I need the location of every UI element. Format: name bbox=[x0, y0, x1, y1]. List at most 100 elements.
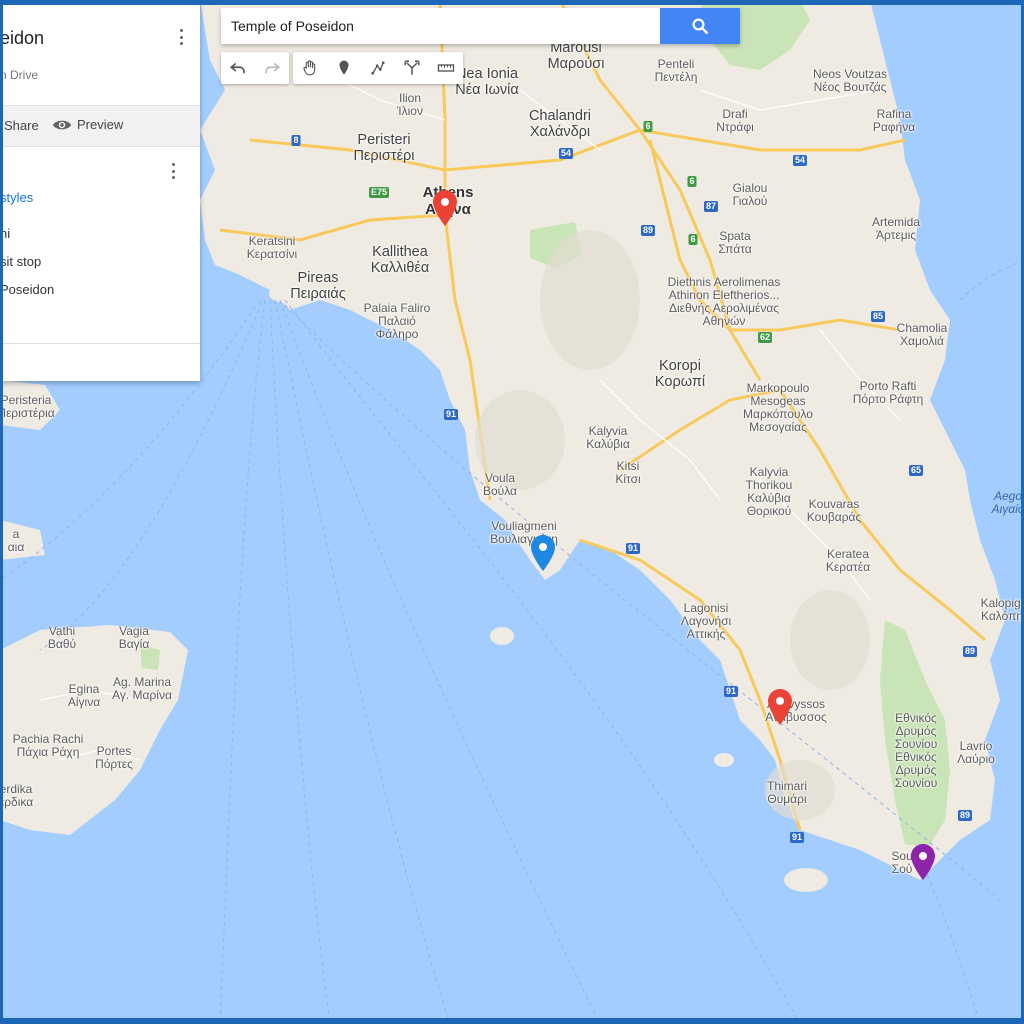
label-pachia-rachi: Pachia Rachi Πάχια Ράχη bbox=[12, 732, 84, 759]
add-marker-icon bbox=[339, 60, 349, 75]
layer-options-button[interactable] bbox=[165, 162, 181, 180]
label-pireas: Pireas Πειραιάς bbox=[290, 270, 346, 302]
search-bar bbox=[221, 8, 740, 44]
label-spata: Spata Σπάτα bbox=[718, 229, 752, 256]
label-ag-marina: Ag. Marina Αγ. Μαρίνα bbox=[112, 675, 172, 702]
preview-label: Preview bbox=[77, 117, 124, 132]
label-ilion: Ilion Ίλιον bbox=[397, 91, 423, 118]
label-artemida: Artemida Άρτεμις bbox=[871, 215, 921, 242]
road-shield: 6 bbox=[643, 121, 653, 132]
add-marker-button[interactable] bbox=[327, 52, 361, 84]
label-kallithea: Kallithea Καλλιθέα bbox=[370, 244, 430, 276]
directions-icon bbox=[404, 60, 420, 75]
panel-divider bbox=[0, 343, 200, 344]
measure-button[interactable] bbox=[429, 52, 463, 84]
label-chalandri: Chalandri Χαλάνδρι bbox=[528, 108, 592, 140]
place-item[interactable]: ni bbox=[0, 226, 10, 241]
undo-button[interactable] bbox=[221, 52, 255, 84]
road-shield: 91 bbox=[625, 543, 641, 554]
label-sounio-park: Εθνικός Δρυμός Σουνίου Εθνικός Δρυμός Σουνίου bbox=[894, 711, 938, 790]
road-shield: 89 bbox=[957, 810, 973, 821]
map-title[interactable]: eidon bbox=[0, 28, 44, 49]
label-sounio: Sou Σού bbox=[891, 849, 913, 876]
label-penteli: Penteli Πεντέλη bbox=[654, 57, 698, 84]
label-chamolia: Chamolia Χαμολιά bbox=[896, 321, 948, 348]
map-options-button[interactable] bbox=[173, 28, 189, 46]
label-kouvaras: Kouvaras Κουβαράς bbox=[806, 497, 862, 524]
label-thimari: Thimari Θυμάρι bbox=[766, 779, 808, 806]
individual-styles-link[interactable]: styles bbox=[0, 190, 33, 205]
label-gialou: Gialou Γιαλού bbox=[732, 181, 768, 208]
more-vert-icon bbox=[171, 163, 175, 166]
label-drafi: Drafi Ντράφι bbox=[716, 107, 754, 134]
map-side-panel: eidon n Drive Share Preview styles ni si… bbox=[0, 0, 200, 381]
label-vathi: Vathi Βαθύ bbox=[47, 624, 77, 651]
label-airport: Diethnis Aerolimenas Athinon Eleftherios.… bbox=[667, 275, 781, 328]
road-shield: 8 bbox=[291, 135, 301, 146]
share-button[interactable]: Share bbox=[4, 118, 39, 133]
more-vert-icon bbox=[179, 29, 183, 32]
tools-group bbox=[293, 52, 463, 84]
marker-red-athens[interactable] bbox=[433, 190, 457, 226]
history-group bbox=[221, 52, 289, 84]
share-bar: Share Preview bbox=[0, 105, 200, 147]
label-kalyvia: Kalyvia Καλύβια bbox=[586, 424, 630, 451]
place-item[interactable]: sit stop bbox=[0, 254, 41, 269]
search-input[interactable] bbox=[221, 8, 660, 44]
label-kalopigi: Kalopigi Καλόπη bbox=[980, 596, 1024, 623]
label-kalyvia-thorikou: Kalyvia Thorikou Καλύβια Θορικού bbox=[745, 465, 793, 518]
road-shield: 6 bbox=[688, 234, 698, 245]
hand-icon bbox=[303, 60, 316, 76]
label-koropi: Koropi Κορωπί bbox=[654, 358, 706, 390]
redo-icon bbox=[265, 62, 281, 74]
marker-purple-sounio[interactable] bbox=[911, 844, 935, 880]
road-shield: E75 bbox=[368, 187, 390, 198]
label-porto-rafti: Porto Rafti Πόρτο Ράφτη bbox=[852, 379, 924, 406]
road-shield: 54 bbox=[558, 148, 574, 159]
marker-blue-vouliagmeni[interactable] bbox=[531, 535, 555, 571]
label-peristeria: Peristeria Περιστέρια bbox=[0, 393, 55, 420]
label-keratsini: Keratsini Κερατσίνι bbox=[246, 234, 298, 261]
road-shield: 62 bbox=[757, 332, 773, 343]
eye-icon bbox=[52, 120, 72, 129]
ruler-icon bbox=[437, 64, 455, 72]
label-marousi: Marousi Μαρούσι bbox=[547, 40, 605, 72]
preview-button[interactable]: Preview bbox=[52, 117, 123, 132]
label-peristeri: Peristeri Περιστέρι bbox=[353, 132, 415, 164]
pan-button[interactable] bbox=[293, 52, 327, 84]
road-shield: 91 bbox=[443, 409, 459, 420]
search-icon bbox=[692, 18, 708, 34]
label-palaia-faliro: Palaia Faliro Παλαιό Φάληρο bbox=[363, 301, 431, 341]
label-portes: Portes Πόρτες bbox=[95, 744, 133, 771]
label-keratea: Keratea Κερατέα bbox=[825, 547, 871, 574]
label-kitsi: Kitsi Κίτσι bbox=[615, 459, 641, 486]
label-rafina: Rafina Ραφήνα bbox=[872, 107, 916, 134]
road-shield: 65 bbox=[908, 465, 924, 476]
road-shield: 87 bbox=[703, 201, 719, 212]
draw-line-icon bbox=[371, 61, 385, 75]
road-shield: 91 bbox=[789, 832, 805, 843]
road-shield: 89 bbox=[640, 225, 656, 236]
undo-icon bbox=[229, 62, 245, 74]
label-aegean: Aego Αιγαίο bbox=[991, 489, 1024, 516]
redo-button[interactable] bbox=[255, 52, 289, 84]
label-vagia: Vagia Βαγία bbox=[118, 624, 150, 651]
search-button[interactable] bbox=[660, 8, 740, 44]
map-subtitle: n Drive bbox=[0, 68, 39, 82]
road-shield: 6 bbox=[687, 176, 697, 187]
label-markopoulo: Markopoulo Mesogeas Μαρκόπουλο Μεσογαίας bbox=[743, 381, 813, 434]
label-perdika: erdika έρδικα bbox=[0, 782, 34, 809]
road-shield: 91 bbox=[723, 686, 739, 697]
road-shield: 54 bbox=[792, 155, 808, 166]
label-nea-ionia: Nea Ionia Νέα Ιωνία bbox=[455, 66, 519, 98]
label-west-place: a αια bbox=[7, 527, 25, 554]
place-item[interactable]: Poseidon bbox=[0, 282, 54, 297]
directions-button[interactable] bbox=[395, 52, 429, 84]
label-aigina: Egina Αίγινα bbox=[67, 682, 101, 709]
label-neos-voutzas: Neos Voutzas Νέος Βουτζάς bbox=[812, 67, 888, 94]
map-toolbar bbox=[221, 52, 463, 84]
road-shield: 89 bbox=[962, 646, 978, 657]
draw-line-button[interactable] bbox=[361, 52, 395, 84]
road-shield: 85 bbox=[870, 311, 886, 322]
marker-red-anavyssos[interactable] bbox=[768, 689, 792, 725]
